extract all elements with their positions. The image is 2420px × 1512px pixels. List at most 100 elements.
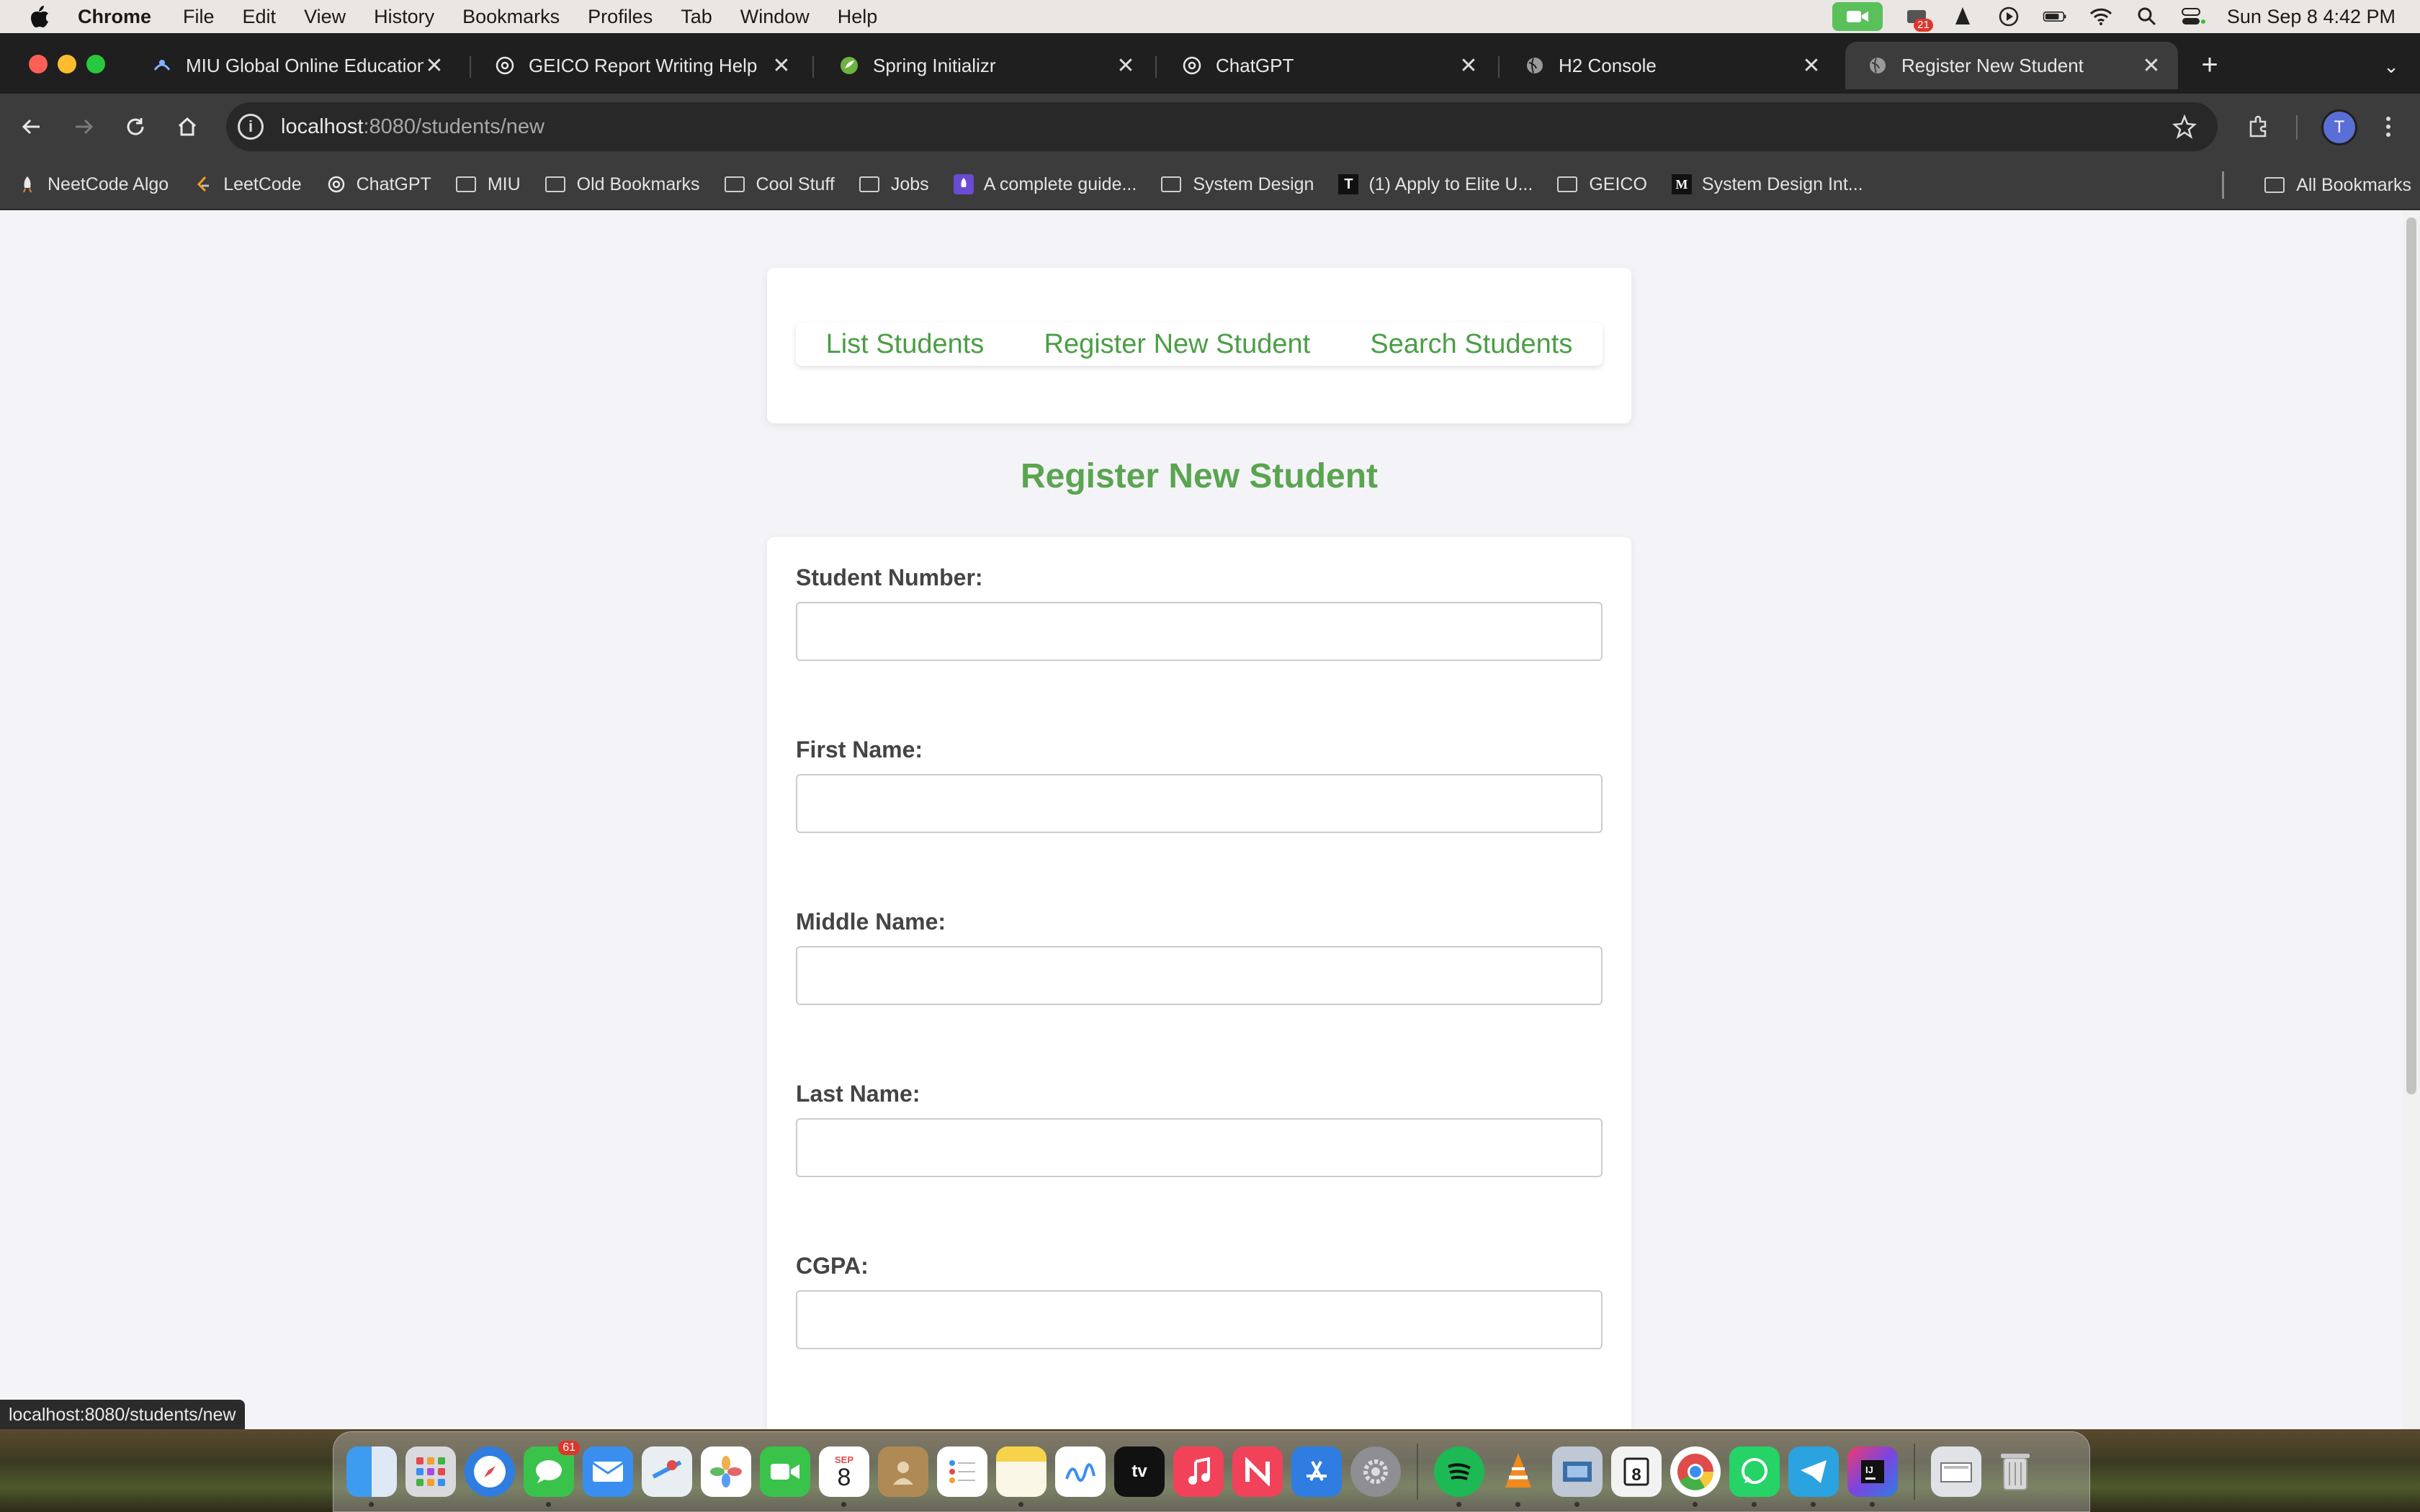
close-window-button[interactable] — [29, 55, 48, 73]
bookmark-folder-cool-stuff[interactable]: Cool Stuff — [724, 174, 835, 195]
bookmark-neetcode[interactable]: NeetCode Algo — [17, 174, 169, 195]
close-icon[interactable]: ✕ — [1115, 54, 1137, 78]
menu-app-name[interactable]: Chrome — [78, 6, 151, 28]
bookmark-folder-miu[interactable]: MIU — [455, 174, 521, 195]
bookmark-complete-guide[interactable]: A complete guide... — [953, 174, 1137, 195]
zoom-window-button[interactable] — [86, 55, 105, 73]
bookmark-folder-system-design[interactable]: System Design — [1161, 174, 1314, 195]
mail-status-icon[interactable]: 21 — [1904, 6, 1933, 32]
back-button[interactable] — [14, 109, 49, 144]
trash-icon[interactable] — [1990, 1446, 2040, 1497]
menu-view[interactable]: View — [304, 6, 346, 28]
page-scrollbar[interactable] — [2403, 210, 2420, 1429]
scrollbar-thumb[interactable] — [2406, 217, 2416, 1094]
intellij-icon[interactable]: IJ — [1847, 1446, 1898, 1507]
bookmark-star-icon[interactable] — [2170, 112, 2199, 141]
preview-icon[interactable] — [1552, 1446, 1603, 1507]
safari-icon[interactable] — [465, 1446, 515, 1497]
middle-name-input[interactable] — [796, 946, 1603, 1005]
cgpa-input[interactable] — [796, 1290, 1603, 1349]
bookmark-apply-elite[interactable]: T (1) Apply to Elite U... — [1338, 174, 1533, 195]
last-name-input[interactable] — [796, 1118, 1603, 1177]
freeform-icon[interactable] — [1055, 1446, 1106, 1497]
wifi-icon[interactable] — [2089, 6, 2113, 27]
home-button[interactable] — [170, 109, 205, 144]
vlc-icon[interactable] — [1493, 1446, 1543, 1507]
menu-tab[interactable]: Tab — [681, 6, 712, 28]
system-settings-icon[interactable] — [1350, 1446, 1401, 1497]
new-tab-button[interactable]: + — [2195, 49, 2224, 81]
nav-link-search-students[interactable]: Search Students — [1370, 329, 1572, 360]
notes-icon[interactable] — [996, 1446, 1047, 1507]
app-store-icon[interactable] — [1291, 1446, 1342, 1497]
close-icon[interactable]: ✕ — [2141, 54, 2162, 78]
profile-avatar[interactable]: T — [2321, 109, 2357, 145]
spotlight-search-icon[interactable] — [2135, 6, 2159, 27]
student-number-input[interactable] — [796, 602, 1603, 661]
bookmark-chatgpt[interactable]: ChatGPT — [326, 174, 431, 195]
bookmark-leetcode[interactable]: LeetCode — [193, 174, 302, 195]
tab-chatgpt[interactable]: ChatGPT ✕ — [1160, 42, 1495, 89]
bookmark-all-bookmarks[interactable]: All Bookmarks — [2264, 175, 2411, 196]
tab-h2-console[interactable]: H2 Console ✕ — [1502, 42, 1838, 89]
maps-icon[interactable] — [642, 1446, 692, 1497]
bookmark-folder-geico[interactable]: GEICO — [1557, 174, 1647, 195]
bookmark-folder-jobs[interactable]: Jobs — [859, 174, 929, 195]
site-info-icon[interactable]: i — [238, 114, 264, 140]
menu-edit[interactable]: Edit — [243, 6, 277, 28]
forward-button[interactable] — [66, 109, 101, 144]
menu-file[interactable]: File — [183, 6, 215, 28]
news-icon[interactable] — [1232, 1446, 1283, 1497]
menu-profiles[interactable]: Profiles — [588, 6, 653, 28]
reminders-icon[interactable] — [937, 1446, 987, 1497]
contacts-icon[interactable] — [878, 1446, 928, 1497]
mail-icon[interactable] — [583, 1446, 633, 1497]
tab-spring-initializr[interactable]: Spring Initializr ✕ — [817, 42, 1152, 89]
menu-help[interactable]: Help — [838, 6, 878, 28]
facetime-icon[interactable] — [760, 1446, 810, 1497]
close-icon[interactable]: ✕ — [1801, 54, 1822, 78]
elite-icon: T — [1338, 174, 1359, 194]
tab-register-new-student[interactable]: Register New Student ✕ — [1845, 42, 2178, 89]
menubar-clock[interactable]: Sun Sep 8 4:42 PM — [2227, 6, 2396, 28]
menu-window[interactable]: Window — [740, 6, 810, 28]
whatsapp-icon[interactable] — [1729, 1446, 1780, 1507]
bookmark-system-design-int[interactable]: M System Design Int... — [1671, 174, 1863, 195]
calendar-icon[interactable]: SEP 8 — [819, 1446, 869, 1507]
battery-icon[interactable] — [2043, 6, 2067, 27]
tab-geico-report[interactable]: GEICO Report Writing Help ✕ — [472, 42, 808, 89]
first-name-input[interactable] — [796, 774, 1603, 833]
nav-link-list-students[interactable]: List Students — [826, 329, 985, 360]
close-icon[interactable]: ✕ — [1458, 54, 1479, 78]
extensions-puzzle-icon[interactable] — [2241, 109, 2276, 144]
messages-icon[interactable]: 61 — [524, 1441, 580, 1507]
spotify-icon[interactable] — [1434, 1446, 1484, 1507]
apple-menu-icon[interactable] — [27, 4, 52, 29]
control-center-icon[interactable] — [2181, 6, 2205, 27]
launchpad-icon[interactable] — [405, 1446, 456, 1497]
address-url[interactable]: localhost:8080/students/new — [281, 115, 544, 139]
close-icon[interactable]: ✕ — [424, 54, 445, 78]
reload-button[interactable] — [118, 109, 153, 144]
vlc-status-icon[interactable] — [1950, 6, 1975, 27]
chrome-icon[interactable] — [1670, 1446, 1721, 1507]
bookmark-folder-old-bookmarks[interactable]: Old Bookmarks — [544, 174, 700, 195]
tab-search-chevron-icon[interactable]: ⌄ — [2377, 52, 2406, 81]
tab-miu[interactable]: MIU Global Online Education ✕ — [130, 42, 461, 89]
downloads-stack-icon[interactable] — [1931, 1446, 1981, 1497]
keynote-calendar-icon[interactable]: 8 — [1611, 1446, 1662, 1497]
close-icon[interactable]: ✕ — [771, 54, 792, 78]
play-status-icon[interactable] — [1996, 6, 2021, 27]
minimize-window-button[interactable] — [58, 55, 76, 73]
address-bar[interactable]: i localhost:8080/students/new — [226, 102, 2218, 151]
facetime-status-icon[interactable] — [1832, 2, 1883, 31]
menu-history[interactable]: History — [374, 6, 434, 28]
menu-bookmarks[interactable]: Bookmarks — [462, 6, 560, 28]
apple-tv-icon[interactable]: tv — [1114, 1446, 1165, 1497]
nav-link-register-new-student[interactable]: Register New Student — [1044, 329, 1311, 360]
finder-icon[interactable] — [346, 1446, 397, 1507]
telegram-icon[interactable] — [1788, 1446, 1839, 1507]
chrome-menu-icon[interactable] — [2371, 109, 2406, 144]
photos-icon[interactable] — [701, 1446, 751, 1497]
music-icon[interactable] — [1173, 1446, 1224, 1497]
